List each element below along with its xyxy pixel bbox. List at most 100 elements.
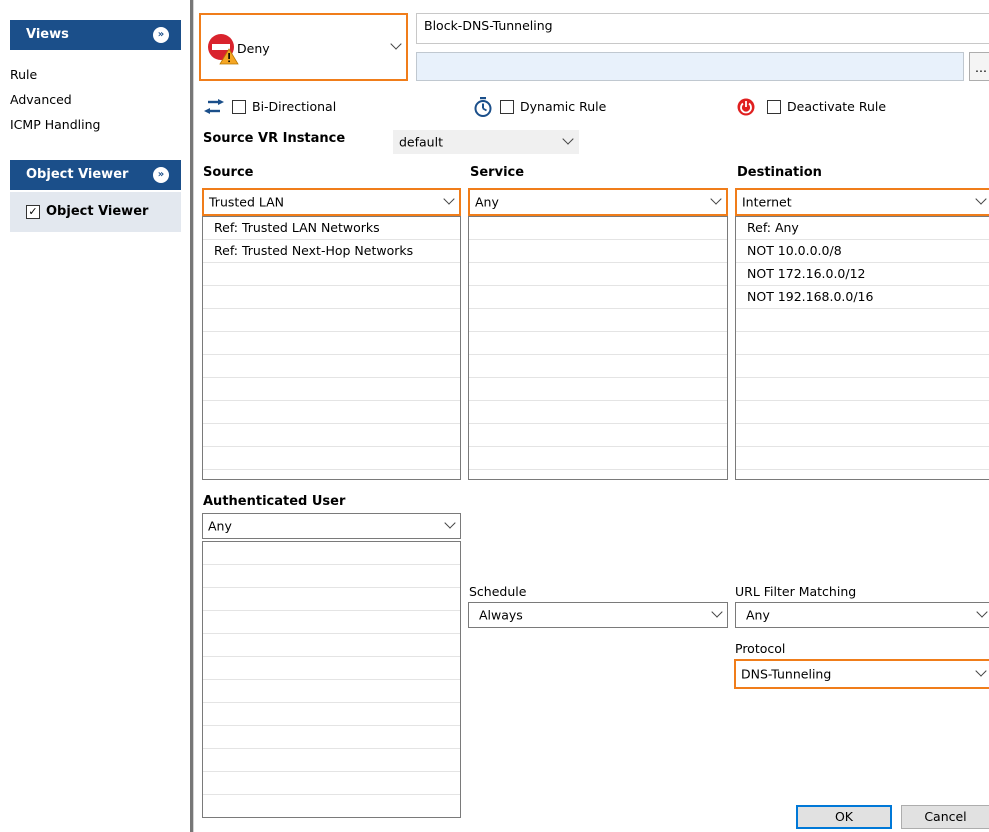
list-item <box>203 703 460 726</box>
schedule-dropdown[interactable]: Always <box>468 602 728 628</box>
bidirectional-arrows-icon <box>204 99 224 114</box>
destination-value: Internet <box>742 194 792 210</box>
bidirectional-checkbox[interactable] <box>232 100 246 114</box>
chevron-down-icon <box>446 519 455 528</box>
list-item[interactable]: Ref: Any <box>736 217 989 240</box>
list-item <box>203 355 460 378</box>
cancel-button[interactable]: Cancel <box>901 805 989 829</box>
browse-button[interactable]: ... <box>969 52 989 81</box>
rule-name-value: Block-DNS-Tunneling <box>424 18 553 33</box>
list-item[interactable]: NOT 192.168.0.0/16 <box>736 286 989 309</box>
stopwatch-icon <box>474 97 492 117</box>
url-filter-label: URL Filter Matching <box>735 584 857 599</box>
list-item <box>469 401 727 424</box>
list-item <box>469 378 727 401</box>
list-item <box>203 309 460 332</box>
rule-name-field[interactable]: Block-DNS-Tunneling <box>416 13 989 44</box>
action-dropdown[interactable]: Deny <box>199 13 408 81</box>
destination-dropdown[interactable]: Internet <box>735 188 989 216</box>
list-item <box>203 726 460 749</box>
chevron-down-icon <box>977 667 986 676</box>
object-viewer-checkbox[interactable]: ✓ <box>26 205 40 219</box>
list-item <box>203 565 460 588</box>
list-item <box>469 217 727 240</box>
vr-instance-label: Source VR Instance <box>203 131 346 146</box>
service-label: Service <box>470 165 525 180</box>
schedule-value: Always <box>479 607 523 623</box>
view-link-rule[interactable]: Rule <box>10 67 37 82</box>
chevron-down-icon <box>977 195 986 204</box>
view-link-icmp-handling[interactable]: ICMP Handling <box>10 117 100 132</box>
list-item <box>736 378 989 401</box>
service-value: Any <box>475 194 499 210</box>
list-item[interactable]: Ref: Trusted Next-Hop Networks <box>203 240 460 263</box>
list-item <box>203 611 460 634</box>
list-item <box>469 309 727 332</box>
list-item <box>203 263 460 286</box>
service-list[interactable] <box>468 216 728 480</box>
list-item <box>203 378 460 401</box>
deactivate-rule-checkbox[interactable] <box>767 100 781 114</box>
chevron-down-icon <box>564 135 573 144</box>
chevron-down-icon <box>445 195 454 204</box>
chevron-down-icon <box>978 608 987 617</box>
auth-user-value: Any <box>208 518 232 534</box>
list-item <box>203 772 460 795</box>
vr-instance-dropdown[interactable]: default <box>393 130 579 154</box>
url-filter-dropdown[interactable]: Any <box>735 602 989 628</box>
chevron-down-icon <box>392 40 401 49</box>
object-viewer-header[interactable]: Object Viewer » <box>10 160 181 190</box>
dynamic-rule-label: Dynamic Rule <box>520 99 607 114</box>
ok-button[interactable]: OK <box>796 805 892 829</box>
list-item[interactable]: NOT 172.16.0.0/12 <box>736 263 989 286</box>
list-item <box>203 795 460 817</box>
rule-description-field[interactable] <box>416 52 964 81</box>
chevron-down-icon <box>712 195 721 204</box>
list-item <box>203 401 460 424</box>
url-filter-value: Any <box>746 607 770 623</box>
destination-list[interactable]: Ref: Any NOT 10.0.0.0/8 NOT 172.16.0.0/1… <box>735 216 989 480</box>
list-item <box>203 680 460 703</box>
protocol-label: Protocol <box>735 641 786 656</box>
views-header[interactable]: Views » <box>10 20 181 50</box>
action-value: Deny <box>237 41 270 56</box>
list-item[interactable]: Ref: Trusted LAN Networks <box>203 217 460 240</box>
list-item <box>203 286 460 309</box>
protocol-dropdown[interactable]: DNS-Tunneling <box>734 659 989 689</box>
views-title: Views <box>26 27 69 42</box>
list-item <box>736 332 989 355</box>
source-label: Source <box>203 165 254 180</box>
list-item <box>469 263 727 286</box>
list-item <box>203 447 460 470</box>
auth-user-list[interactable] <box>202 541 461 818</box>
power-icon <box>737 98 755 116</box>
bidirectional-label: Bi-Directional <box>252 99 337 114</box>
service-dropdown[interactable]: Any <box>468 188 728 216</box>
deny-icon <box>208 34 239 65</box>
list-item[interactable]: NOT 10.0.0.0/8 <box>736 240 989 263</box>
list-item <box>736 355 989 378</box>
source-list[interactable]: Ref: Trusted LAN Networks Ref: Trusted N… <box>202 216 461 480</box>
list-item <box>469 332 727 355</box>
list-item <box>203 542 460 565</box>
list-item <box>469 424 727 447</box>
object-viewer-body: ✓ Object Viewer <box>10 192 181 232</box>
list-item <box>736 309 989 332</box>
object-viewer-checkbox-label: Object Viewer <box>46 204 149 219</box>
vr-instance-value: default <box>399 134 443 150</box>
list-item <box>203 332 460 355</box>
collapse-icon[interactable]: » <box>153 27 169 43</box>
destination-label: Destination <box>737 165 822 180</box>
dynamic-rule-checkbox[interactable] <box>500 100 514 114</box>
list-item <box>203 634 460 657</box>
auth-user-dropdown[interactable]: Any <box>202 513 461 539</box>
list-item <box>469 355 727 378</box>
list-item <box>736 424 989 447</box>
deactivate-rule-label: Deactivate Rule <box>787 99 887 114</box>
list-item <box>469 447 727 470</box>
list-item <box>203 749 460 772</box>
list-item <box>469 240 727 263</box>
source-dropdown[interactable]: Trusted LAN <box>202 188 461 216</box>
view-link-advanced[interactable]: Advanced <box>10 92 72 107</box>
collapse-icon[interactable]: » <box>153 167 169 183</box>
